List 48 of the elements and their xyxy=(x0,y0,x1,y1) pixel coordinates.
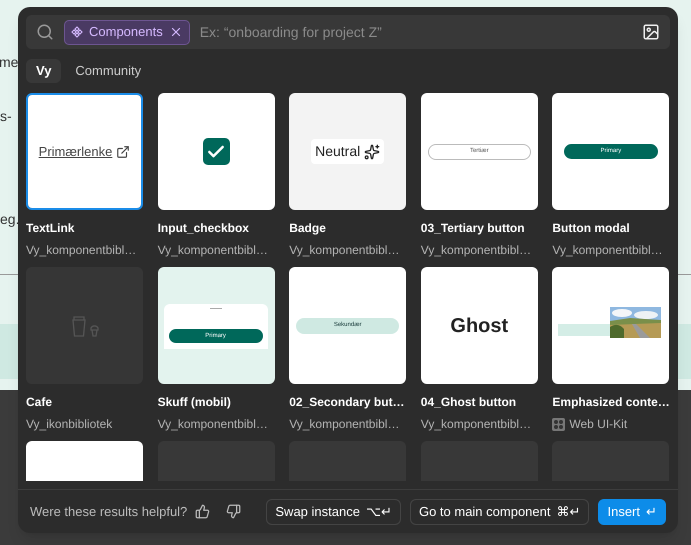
checkbox-icon xyxy=(202,138,230,165)
result-source: Vy_komponentbibl… xyxy=(289,416,400,433)
result-source: Vy_komponentbibl… xyxy=(420,242,532,259)
result-card[interactable]: Primærlenke xyxy=(26,93,143,210)
action-button[interactable]: Insert ↵ xyxy=(598,498,666,524)
action-button[interactable]: Go to main component ⌘↵ xyxy=(410,498,590,524)
ghost-text: Ghost xyxy=(450,314,508,338)
result-title: 02_Secondary but… xyxy=(289,394,406,411)
result-source: Vy_komponentbibl… xyxy=(158,416,268,433)
filter-chip[interactable]: Components xyxy=(64,20,190,44)
result-title: Input_checkbox xyxy=(158,220,250,237)
search-field[interactable]: Components Ex: “onboarding for project Z” xyxy=(26,15,670,49)
result-title: Emphasized conte… xyxy=(552,394,670,411)
tab[interactable]: Community xyxy=(65,59,152,83)
result-card[interactable] xyxy=(158,93,275,210)
thumbs-down-icon[interactable] xyxy=(226,504,242,519)
background-text: me xyxy=(0,53,18,72)
result-title: 04_Ghost button xyxy=(420,394,518,411)
result-source: Vy_komponentbibl… xyxy=(158,242,268,259)
component-icon xyxy=(71,26,83,38)
result-source: Vy_komponentbibl… xyxy=(420,416,532,433)
external-link-icon xyxy=(116,144,130,158)
badge: Neutral xyxy=(311,139,384,164)
thumbs-up-icon[interactable] xyxy=(195,504,210,519)
result-source: Vy_komponentbibl… xyxy=(26,242,136,259)
image-search-icon[interactable] xyxy=(642,23,660,41)
chip-label: Components xyxy=(89,23,163,42)
action-button[interactable]: Swap instance ⌥↵ xyxy=(266,498,401,524)
background-text: eg. xyxy=(0,210,20,229)
link-text: Primærlenke xyxy=(38,142,112,161)
result-title: Skuff (mobil) xyxy=(158,394,232,411)
result-title: Cafe xyxy=(26,394,54,411)
result-source: Web UI-Kit xyxy=(569,416,628,433)
tab[interactable]: Vy xyxy=(26,59,62,83)
feedback-question: Were these results helpful? xyxy=(30,502,188,521)
result-card[interactable]: Ghost xyxy=(420,267,538,384)
result-source: Vy_komponentbibl… xyxy=(289,242,400,259)
result-title: 03_Tertiary button xyxy=(420,220,526,237)
result-source: Vy_komponentbibl… xyxy=(552,242,663,259)
result-card[interactable]: Neutral xyxy=(289,93,406,210)
result-title: TextLink xyxy=(26,220,76,237)
cup-and-muffin-icon xyxy=(70,314,98,338)
result-source: Vy_ikonbibliotek xyxy=(26,416,112,433)
result-card[interactable] xyxy=(552,267,670,384)
result-title: Button modal xyxy=(552,220,631,237)
search-icon xyxy=(36,23,54,41)
background-text: s- xyxy=(0,107,12,126)
result-title: Badge xyxy=(289,220,327,237)
